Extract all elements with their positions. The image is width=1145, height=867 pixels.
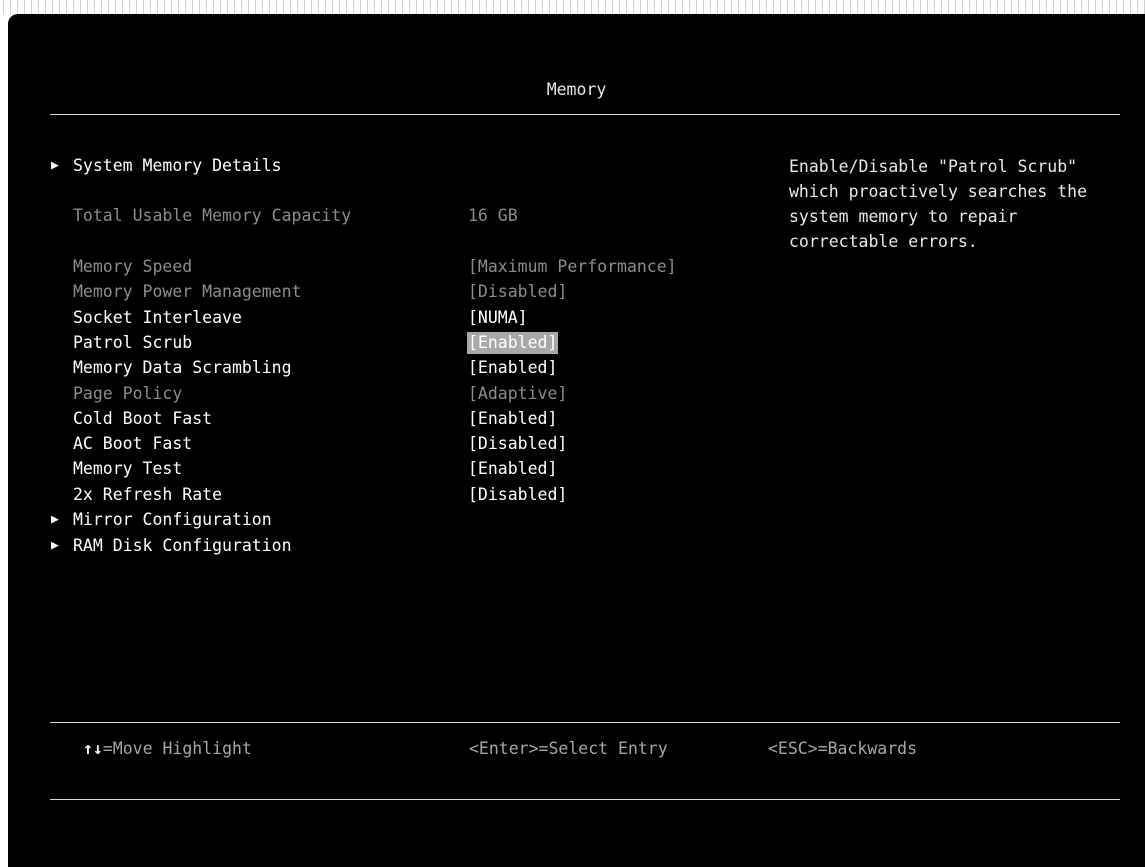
setting-value[interactable]: [Enabled] [468, 357, 557, 379]
setting-value[interactable]: [Disabled] [468, 484, 567, 506]
footer-bottom-divider [50, 799, 1120, 800]
menu-item-system-memory-details[interactable]: ▶ System Memory Details [8, 155, 768, 177]
move-highlight-hint: ↑↓=Move Highlight [83, 739, 252, 759]
menu-item-label: Memory Data Scrambling [73, 358, 292, 377]
setting-value[interactable]: [Enabled] [467, 332, 559, 354]
menu-item-ram-disk-configuration[interactable]: ▶ RAM Disk Configuration [8, 535, 768, 557]
menu-item-memory-power-management: Memory Power Management [Disabled] [8, 281, 768, 303]
menu-item-cold-boot-fast[interactable]: Cold Boot Fast [Enabled] [8, 408, 768, 430]
help-text: Enable/Disable "Patrol Scrub" which proa… [789, 157, 1097, 251]
menu-item-patrol-scrub[interactable]: Patrol Scrub [Enabled] [8, 332, 768, 354]
select-entry-hint: <Enter>=Select Entry [469, 739, 668, 758]
menu-item-mirror-configuration[interactable]: ▶ Mirror Configuration [8, 509, 768, 531]
setting-value[interactable]: [NUMA] [468, 307, 528, 329]
submenu-arrow-icon: ▶ [51, 512, 59, 527]
menu-item-label: Page Policy [73, 384, 183, 403]
screen-border-dots [0, 0, 1145, 14]
setting-value: [Maximum Performance] [468, 257, 677, 276]
menu-item-label: Total Usable Memory Capacity [73, 206, 352, 225]
header-divider [50, 114, 1120, 115]
menu-item-memory-speed: Memory Speed [Maximum Performance] [8, 256, 768, 278]
menu-item-label: Patrol Scrub [73, 333, 193, 352]
setting-value[interactable]: [Enabled] [468, 408, 557, 430]
arrow-keys-icon: ↑↓ [83, 739, 103, 758]
menu-item-label: Mirror Configuration [73, 510, 272, 529]
menu-item-page-policy: Page Policy [Adaptive] [8, 383, 768, 405]
menu-item-label: 2x Refresh Rate [73, 485, 223, 504]
submenu-arrow-icon: ▶ [51, 158, 59, 173]
setting-value: 16 GB [468, 206, 518, 225]
menu-item-ac-boot-fast[interactable]: AC Boot Fast [Disabled] [8, 433, 768, 455]
bios-screen: Memory ▶ System Memory Details Total Usabl… [8, 14, 1145, 867]
footer-top-divider [50, 722, 1120, 723]
setting-value: [Disabled] [468, 282, 568, 301]
menu-item-label: Socket Interleave [73, 308, 242, 327]
menu-item-label: RAM Disk Configuration [73, 536, 292, 555]
setting-value[interactable]: [Disabled] [468, 433, 567, 455]
menu-item-memory-data-scrambling[interactable]: Memory Data Scrambling [Enabled] [8, 357, 768, 379]
menu-item-label: Memory Power Management [73, 282, 302, 301]
menu-item-label: AC Boot Fast [73, 434, 193, 453]
menu-item-socket-interleave[interactable]: Socket Interleave [NUMA] [8, 307, 768, 329]
menu-item-memory-test[interactable]: Memory Test [Enabled] [8, 458, 768, 480]
submenu-arrow-icon: ▶ [51, 538, 59, 553]
move-highlight-text: =Move Highlight [102, 739, 252, 758]
menu-item-label: Memory Speed [73, 257, 193, 276]
menu-item-2x-refresh-rate[interactable]: 2x Refresh Rate [Disabled] [8, 484, 768, 506]
menu-item-label: Memory Test [73, 459, 183, 478]
setting-value[interactable]: [Enabled] [468, 458, 557, 480]
menu-item-total-usable-memory-capacity: Total Usable Memory Capacity 16 GB [8, 205, 768, 227]
menu-item-label: Cold Boot Fast [73, 409, 213, 428]
backwards-hint: <ESC>=Backwards [768, 739, 918, 758]
page-title: Memory [546, 80, 607, 99]
menu-item-label: System Memory Details [73, 156, 282, 175]
setting-value: [Adaptive] [468, 384, 568, 403]
